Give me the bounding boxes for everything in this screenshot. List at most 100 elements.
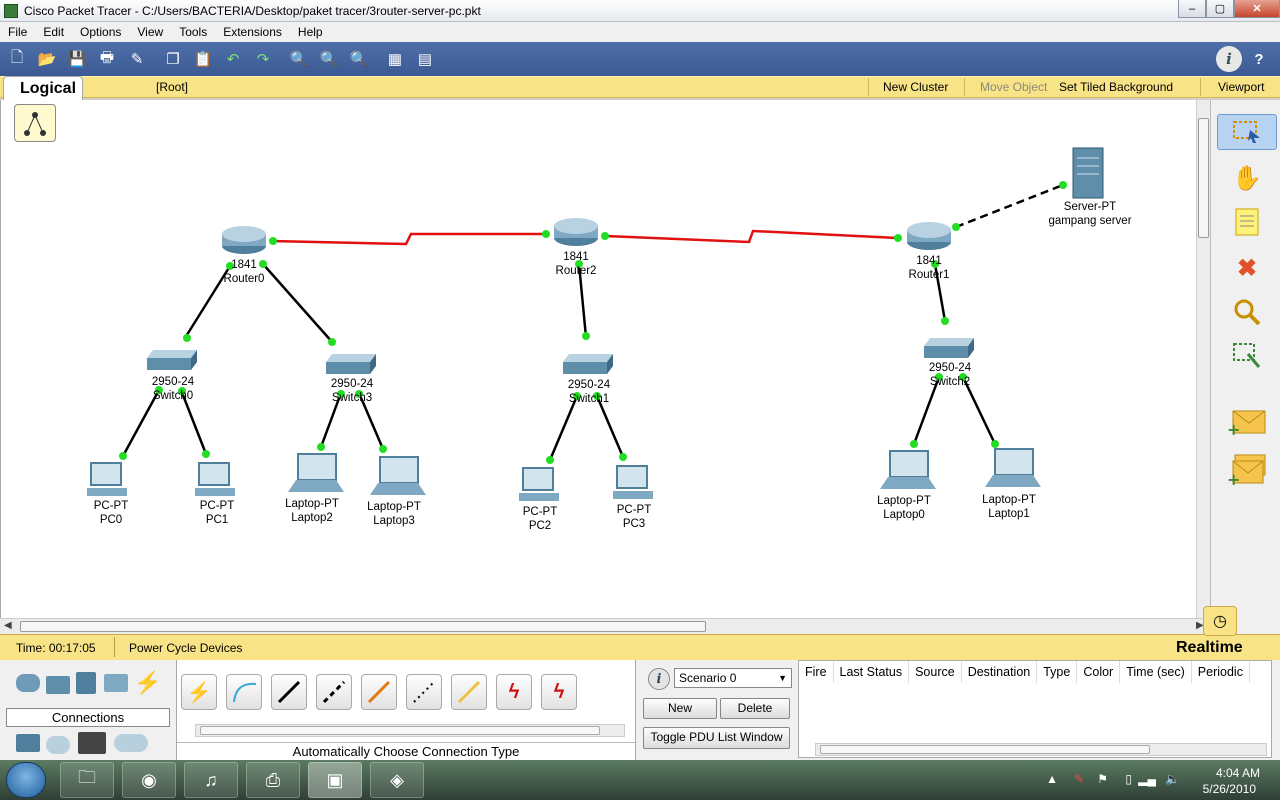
- add-simple-pdu-icon[interactable]: +: [1217, 404, 1277, 440]
- scrollbar-thumb[interactable]: [820, 745, 1150, 754]
- connection-types-scrollbar[interactable]: [195, 724, 625, 737]
- drawing-palette-icon[interactable]: ▦: [382, 46, 408, 72]
- select-icon[interactable]: [1217, 114, 1277, 150]
- resize-shape-icon[interactable]: [1217, 338, 1277, 374]
- scrollbar-thumb[interactable]: [1198, 118, 1209, 238]
- pc1[interactable]: PC-PT PC1: [187, 499, 247, 527]
- canvas-vertical-scrollbar[interactable]: [1196, 100, 1210, 618]
- power-cycle-devices-button[interactable]: Power Cycle Devices: [129, 641, 242, 655]
- col-type[interactable]: Type: [1037, 661, 1078, 683]
- switch1[interactable]: 2950-24 Switch1: [555, 378, 623, 406]
- set-tiled-background-button[interactable]: Set Tiled Background: [1059, 80, 1173, 94]
- new-file-icon[interactable]: 🗋: [4, 46, 30, 72]
- menu-file[interactable]: File: [0, 25, 35, 39]
- clock-date[interactable]: 5/26/2010: [1203, 782, 1256, 796]
- wireless-category-icon[interactable]: [104, 674, 128, 692]
- menu-options[interactable]: Options: [72, 25, 129, 39]
- zoom-reset-icon[interactable]: 🔍: [316, 46, 342, 72]
- place-note-icon[interactable]: [1217, 204, 1277, 240]
- scroll-left-icon[interactable]: ◀: [4, 620, 12, 631]
- end-devices-category-icon[interactable]: [16, 734, 40, 752]
- serial-dte-icon[interactable]: ϟ: [541, 674, 577, 710]
- col-periodic[interactable]: Periodic: [1192, 661, 1250, 683]
- undo-icon[interactable]: ↶: [220, 46, 246, 72]
- col-fire[interactable]: Fire: [799, 661, 834, 683]
- delete-scenario-button[interactable]: Delete: [720, 698, 790, 719]
- pc2[interactable]: PC-PT PC2: [510, 505, 570, 533]
- inspect-icon[interactable]: [1217, 294, 1277, 330]
- phone-cable-icon[interactable]: [406, 674, 442, 710]
- toggle-pdu-list-button[interactable]: Toggle PDU List Window: [643, 727, 790, 749]
- console-cable-icon[interactable]: [226, 674, 262, 710]
- clock-time[interactable]: 4:04 AM: [1216, 766, 1260, 780]
- power-icon[interactable]: ▯: [1125, 772, 1132, 786]
- delete-icon[interactable]: ✖: [1217, 250, 1277, 286]
- scrollbar-thumb[interactable]: [200, 726, 600, 735]
- root-breadcrumb[interactable]: [Root]: [156, 80, 188, 94]
- volume-icon[interactable]: 🔈: [1165, 772, 1180, 786]
- itunes-icon[interactable]: ♫: [184, 762, 238, 798]
- action-center-flag-icon[interactable]: ⚑: [1097, 772, 1108, 786]
- server-gampang[interactable]: Server-PT gampang server: [1039, 200, 1141, 228]
- pdu-table-scrollbar[interactable]: [815, 743, 1267, 756]
- acrobat-icon[interactable]: ⎙: [246, 762, 300, 798]
- custom-devices-category-icon[interactable]: [78, 732, 106, 754]
- router2[interactable]: 1841 Router2: [546, 250, 606, 278]
- col-time[interactable]: Time (sec): [1120, 661, 1192, 683]
- unity-icon[interactable]: ◈: [370, 762, 424, 798]
- coaxial-cable-icon[interactable]: [451, 674, 487, 710]
- custom-device-icon[interactable]: ▤: [412, 46, 438, 72]
- switch0[interactable]: 2950-24 Switch0: [139, 375, 207, 403]
- add-complex-pdu-icon[interactable]: +: [1217, 452, 1277, 488]
- col-destination[interactable]: Destination: [962, 661, 1038, 683]
- explorer-icon[interactable]: 🗀: [60, 762, 114, 798]
- menu-tools[interactable]: Tools: [171, 25, 215, 39]
- info-icon[interactable]: i: [1216, 46, 1242, 72]
- zoom-in-icon[interactable]: 🔍: [286, 46, 312, 72]
- start-button[interactable]: [6, 762, 46, 798]
- show-hidden-icons-icon[interactable]: ▲: [1046, 772, 1058, 786]
- scenario-info-icon[interactable]: i: [648, 668, 670, 690]
- zoom-out-icon[interactable]: 🔍: [346, 46, 372, 72]
- pc3[interactable]: PC-PT PC3: [604, 503, 664, 531]
- fiber-icon[interactable]: [361, 674, 397, 710]
- menu-help[interactable]: Help: [290, 25, 331, 39]
- move-layout-icon[interactable]: ✋: [1217, 160, 1277, 196]
- copper-straight-through-icon[interactable]: [271, 674, 307, 710]
- close-button[interactable]: ✕: [1234, 0, 1280, 18]
- switch3[interactable]: 2950-24 Switch3: [318, 377, 386, 405]
- packet-tracer-icon[interactable]: ▣: [308, 762, 362, 798]
- paste-icon[interactable]: 📋: [190, 46, 216, 72]
- open-folder-icon[interactable]: 📂: [34, 46, 60, 72]
- tab-realtime[interactable]: Realtime: [1170, 637, 1280, 659]
- network-signal-icon[interactable]: ▂▄: [1138, 772, 1156, 786]
- laptop3[interactable]: Laptop-PT Laptop3: [357, 500, 431, 528]
- firefox-icon[interactable]: ◉: [122, 762, 176, 798]
- scenario-select[interactable]: Scenario 0 ▼: [674, 668, 792, 688]
- new-scenario-button[interactable]: New: [643, 698, 717, 719]
- menu-edit[interactable]: Edit: [35, 25, 72, 39]
- pc0[interactable]: PC-PT PC0: [81, 499, 141, 527]
- switches-category-icon[interactable]: [46, 676, 70, 694]
- maximize-button[interactable]: ▢: [1206, 0, 1234, 18]
- canvas-horizontal-scrollbar[interactable]: ◀ ▶: [0, 618, 1210, 634]
- col-color[interactable]: Color: [1077, 661, 1121, 683]
- col-last-status[interactable]: Last Status: [834, 661, 910, 683]
- minimize-button[interactable]: –: [1178, 0, 1206, 18]
- laptop2[interactable]: Laptop-PT Laptop2: [275, 497, 349, 525]
- automatic-connection-icon[interactable]: ⚡: [181, 674, 217, 710]
- save-icon[interactable]: 💾: [64, 46, 90, 72]
- routers-category-icon[interactable]: [16, 674, 40, 692]
- hubs-category-icon[interactable]: [76, 672, 96, 694]
- serial-dce-icon[interactable]: ϟ: [496, 674, 532, 710]
- router1[interactable]: 1841 Router1: [899, 254, 959, 282]
- scrollbar-thumb[interactable]: [20, 621, 706, 632]
- move-object-button[interactable]: Move Object: [980, 80, 1047, 94]
- laptop0[interactable]: Laptop-PT Laptop0: [867, 494, 941, 522]
- laptop1[interactable]: Laptop-PT Laptop1: [972, 493, 1046, 521]
- logical-view-icon[interactable]: [14, 104, 56, 142]
- copper-cross-over-icon[interactable]: [316, 674, 352, 710]
- menu-view[interactable]: View: [129, 25, 171, 39]
- tab-logical[interactable]: Logical: [3, 76, 83, 100]
- acrobat-tray-icon[interactable]: ✎: [1074, 772, 1084, 786]
